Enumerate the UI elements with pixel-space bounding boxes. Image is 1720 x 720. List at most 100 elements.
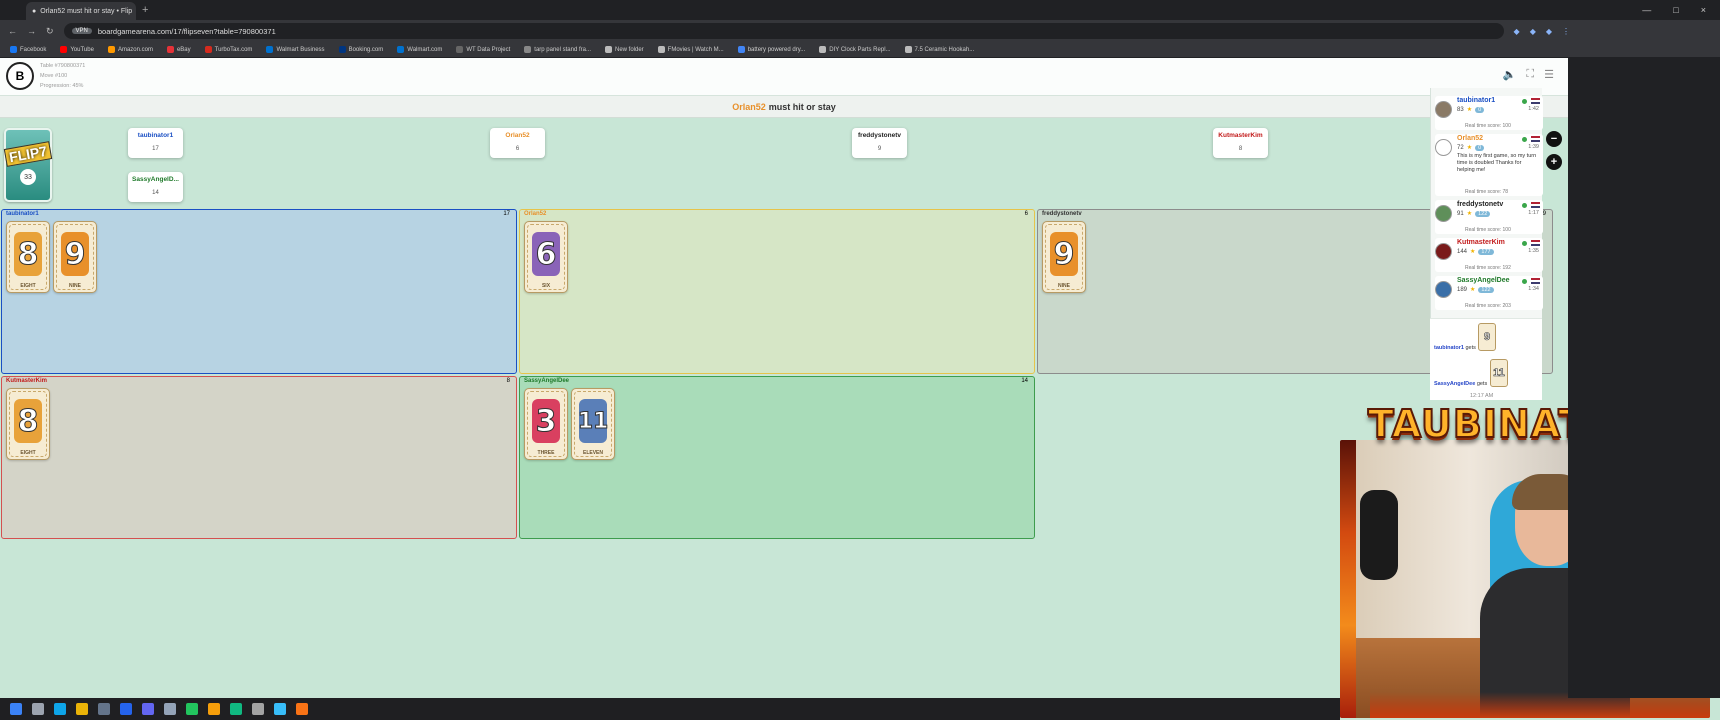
online-status-icon bbox=[1522, 203, 1527, 208]
number-card: 9 NINE bbox=[53, 221, 97, 293]
bookmark-item[interactable]: WT Data Project bbox=[456, 46, 510, 53]
bookmark-favicon-icon bbox=[604, 46, 612, 53]
maximize-button[interactable]: □ bbox=[1673, 5, 1678, 15]
bookmark-item[interactable]: Facebook bbox=[10, 46, 46, 53]
bookmark-item[interactable]: Walmart Business bbox=[266, 46, 325, 53]
bookmark-item[interactable]: Amazon.com bbox=[107, 46, 153, 53]
reload-icon[interactable]: ↻ bbox=[46, 26, 54, 37]
bookmark-item[interactable]: FMovies | Watch M... bbox=[657, 46, 724, 53]
sound-icon[interactable]: 🔈 bbox=[1503, 68, 1517, 81]
player-tableau: taubinator1 17 8 EIGHT 9 NINE bbox=[1, 209, 517, 374]
score-card-name: Orlan52 bbox=[505, 132, 530, 139]
tableau-player-name: KutmasterKim bbox=[6, 378, 48, 384]
bookmark-item[interactable]: battery powered dry... bbox=[737, 46, 805, 53]
menu-icon[interactable]: ⋮ bbox=[1562, 27, 1570, 36]
bookmark-favicon-icon bbox=[397, 46, 405, 53]
player-name[interactable]: KutmasterKim bbox=[1457, 239, 1505, 246]
bookmark-item[interactable]: tarp panel stand fra... bbox=[524, 46, 591, 53]
store-icon[interactable] bbox=[98, 703, 110, 715]
start-icon[interactable] bbox=[10, 703, 22, 715]
score-card-name: SassyAngelD... bbox=[132, 176, 179, 183]
bookmark-item[interactable]: DIY Clock Parts Repl... bbox=[819, 46, 891, 53]
player-name[interactable]: SassyAngelDee bbox=[1457, 277, 1510, 284]
draw-deck[interactable]: FLIP7 33 bbox=[3, 128, 53, 202]
minimize-button[interactable]: — bbox=[1642, 5, 1651, 15]
number-card: 3 THREE bbox=[524, 388, 568, 460]
extension-icon[interactable]: ◆ bbox=[1530, 27, 1536, 36]
app-icon[interactable] bbox=[230, 703, 242, 715]
bga-logo[interactable]: B bbox=[6, 62, 34, 90]
player-tableau: KutmasterKim 8 8 EIGHT bbox=[1, 376, 517, 539]
discord-icon[interactable] bbox=[142, 703, 154, 715]
table-info: Table #790800371 Move #100 Progression: … bbox=[40, 61, 85, 91]
new-tab-button[interactable]: + bbox=[142, 4, 148, 16]
flag-icon bbox=[1531, 136, 1540, 142]
mail-icon[interactable] bbox=[120, 703, 132, 715]
extension-icon[interactable]: ◆ bbox=[1546, 27, 1552, 36]
forward-icon[interactable]: → bbox=[27, 26, 36, 36]
player-name[interactable]: freddystonetv bbox=[1457, 201, 1503, 208]
player-name[interactable]: Orlan52 bbox=[1457, 135, 1483, 142]
microphone-image bbox=[1360, 490, 1398, 580]
player-panel[interactable]: Orlan52 72 ★ 0 1:39 This is my first game, so… bbox=[1435, 134, 1543, 196]
extension-icon[interactable]: ◆ bbox=[1514, 27, 1520, 36]
player-panel[interactable]: taubinator1 83 ★ 0 1:42 Real time score: 100 bbox=[1435, 96, 1543, 130]
deck-count: 33 bbox=[20, 169, 36, 185]
bookmark-item[interactable]: New folder bbox=[604, 46, 644, 53]
player-clock: 1:42 bbox=[1528, 106, 1539, 112]
avatar[interactable] bbox=[1435, 243, 1452, 260]
bookmark-item[interactable]: TurboTax.com bbox=[204, 46, 253, 53]
score-card-value: 17 bbox=[152, 146, 159, 152]
zoom-in-icon[interactable]: + bbox=[1546, 154, 1562, 170]
avatar[interactable] bbox=[1435, 205, 1452, 222]
zoom-out-icon[interactable]: − bbox=[1546, 131, 1562, 147]
bookmark-favicon-icon bbox=[904, 46, 912, 53]
number-card: 8 EIGHT bbox=[6, 388, 50, 460]
bookmark-label: New folder bbox=[614, 46, 644, 53]
folder-icon[interactable] bbox=[76, 703, 88, 715]
bookmark-item[interactable]: 7.5 Ceramic Hookah... bbox=[904, 46, 974, 53]
bookmark-item[interactable]: YouTube bbox=[60, 46, 94, 53]
player-score-card: taubinator1 17 bbox=[128, 128, 183, 158]
fullscreen-icon[interactable]: ⛶ bbox=[1526, 68, 1534, 81]
flag-icon bbox=[1531, 240, 1540, 246]
score-card-name: freddystonetv bbox=[858, 132, 901, 139]
bookmark-item[interactable]: Booking.com bbox=[338, 46, 383, 53]
bookmark-label: Walmart Business bbox=[276, 46, 325, 53]
card-value: 9 bbox=[1050, 232, 1078, 276]
log-text: gets bbox=[1476, 381, 1488, 387]
tableau-cards: 9 NINE bbox=[1042, 221, 1086, 293]
back-icon[interactable]: ← bbox=[8, 26, 17, 36]
app-icon[interactable] bbox=[252, 703, 264, 715]
game-log: 9 taubinator1 gets 11 SassyAngelDee gets 12:… bbox=[1430, 318, 1542, 400]
hamburger-menu-icon[interactable]: ☰ bbox=[1544, 68, 1554, 81]
app-icon[interactable] bbox=[274, 703, 286, 715]
browser-tab-active[interactable]: ● Orlan52 must hit or stay • Flip × bbox=[26, 2, 136, 20]
chrome-icon[interactable] bbox=[296, 703, 308, 715]
avatar[interactable] bbox=[1435, 101, 1452, 118]
bookmark-favicon-icon bbox=[524, 46, 532, 53]
status-message: must hit or stay bbox=[768, 101, 836, 112]
edge-icon[interactable] bbox=[54, 703, 66, 715]
tab-favicon-icon: ● bbox=[32, 7, 37, 15]
online-status-icon bbox=[1522, 279, 1527, 284]
star-icon: ★ bbox=[1470, 249, 1476, 255]
avatar[interactable] bbox=[1435, 139, 1452, 156]
spotify-icon[interactable] bbox=[186, 703, 198, 715]
player-panel[interactable]: SassyAngelDee 189 ★ 122 1:34 Real time score:… bbox=[1435, 276, 1543, 310]
card-value: 9 bbox=[61, 232, 89, 276]
bookmark-label: TurboTax.com bbox=[214, 46, 253, 53]
player-panel[interactable]: freddystonetv 91 ★ 122 1:17 Real time score: … bbox=[1435, 200, 1543, 234]
close-window-button[interactable]: × bbox=[1701, 5, 1706, 15]
settings-icon[interactable] bbox=[164, 703, 176, 715]
app-icon[interactable] bbox=[208, 703, 220, 715]
avatar[interactable] bbox=[1435, 281, 1452, 298]
bookmark-item[interactable]: Walmart.com bbox=[397, 46, 442, 53]
bookmark-item[interactable]: eBay bbox=[166, 46, 191, 53]
vpn-badge[interactable]: VPN bbox=[71, 28, 92, 34]
player-name[interactable]: taubinator1 bbox=[1457, 97, 1495, 104]
status-player: Orlan52 bbox=[732, 101, 766, 112]
address-bar[interactable]: VPN boardgamearena.com/17/flipseven?tabl… bbox=[63, 23, 1504, 39]
player-panel[interactable]: KutmasterKim 144 ★ 177 1:35 Real time score: … bbox=[1435, 238, 1543, 272]
search-icon[interactable] bbox=[32, 703, 44, 715]
